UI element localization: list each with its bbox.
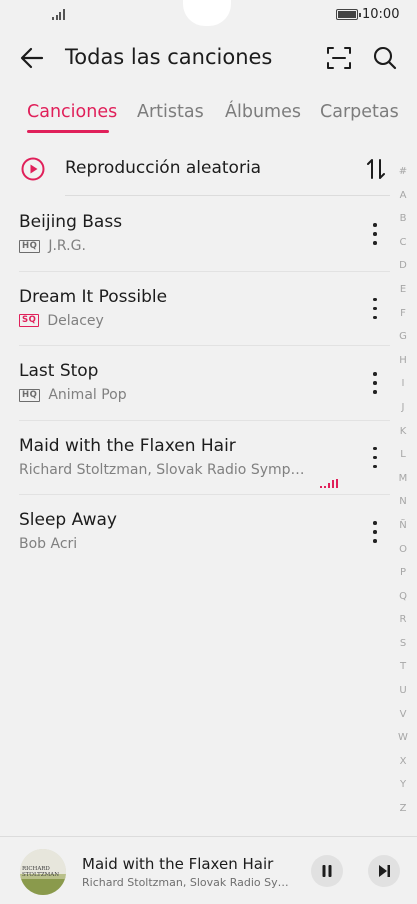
index-letter[interactable]: Z	[393, 797, 413, 821]
more-options-button[interactable]	[364, 221, 386, 247]
index-letter[interactable]: S	[393, 632, 413, 656]
index-letter[interactable]: G	[393, 325, 413, 349]
scan-icon	[327, 47, 351, 69]
now-playing-title: Maid with the Flaxen Hair	[82, 855, 274, 873]
more-options-button[interactable]	[364, 445, 386, 471]
pause-icon	[322, 865, 332, 877]
song-subtitle: Richard Stoltzman, Slovak Radio Symphon…	[19, 462, 311, 478]
index-letter[interactable]: X	[393, 750, 413, 774]
song-subtitle: Bob Acri	[19, 536, 77, 552]
play-circle-icon	[21, 157, 45, 181]
song-row-playing[interactable]: Maid with the Flaxen Hair Richard Stoltz…	[0, 421, 390, 495]
song-title: Sleep Away	[19, 510, 117, 530]
status-bar: 10:00	[0, 0, 417, 32]
now-playing-equalizer-icon	[320, 478, 338, 488]
index-letter[interactable]: V	[393, 703, 413, 727]
index-letter[interactable]: F	[393, 302, 413, 326]
tab-canciones[interactable]: Canciones	[27, 102, 117, 122]
song-artist: Richard Stoltzman, Slovak Radio Symphon…	[19, 461, 311, 478]
song-row[interactable]: Last Stop HQ Animal Pop	[0, 346, 390, 421]
index-letter[interactable]: J	[393, 396, 413, 420]
index-letter[interactable]: A	[393, 184, 413, 208]
tab-bar: Canciones Artistas Álbumes Carpetas	[0, 100, 417, 134]
index-letter[interactable]: Ñ	[393, 514, 413, 538]
tab-albumes[interactable]: Álbumes	[225, 102, 301, 122]
header: Todas las canciones	[0, 36, 417, 80]
index-letter[interactable]: P	[393, 561, 413, 585]
index-letter[interactable]: W	[393, 726, 413, 750]
battery-icon	[336, 9, 361, 20]
shuffle-label: Reproducción aleatoria	[65, 158, 262, 178]
pause-button[interactable]	[311, 855, 343, 887]
index-letter[interactable]: M	[393, 467, 413, 491]
song-row[interactable]: Dream It Possible SQ Delacey	[0, 272, 390, 346]
now-playing-artist: Richard Stoltzman, Slovak Radio Symp…	[82, 876, 292, 889]
song-artist: Animal Pop	[48, 387, 127, 403]
album-cover[interactable]: RICHARD STOLTZMAN	[20, 849, 66, 895]
song-artist: Delacey	[47, 312, 104, 329]
song-title: Maid with the Flaxen Hair	[19, 435, 236, 456]
index-letter[interactable]: R	[393, 608, 413, 632]
status-time: 10:00	[362, 7, 400, 22]
hq-badge: HQ	[19, 388, 41, 402]
sq-badge: SQ	[19, 314, 40, 327]
active-tab-indicator	[27, 130, 109, 133]
tab-carpetas[interactable]: Carpetas	[320, 102, 399, 122]
index-letter[interactable]: H	[393, 349, 413, 373]
song-title: Last Stop	[19, 361, 99, 381]
page-title: Todas las canciones	[65, 45, 273, 69]
song-title: Dream It Possible	[19, 286, 168, 307]
sort-button[interactable]	[363, 156, 389, 182]
index-letter[interactable]: I	[393, 372, 413, 396]
sort-arrows-icon	[367, 159, 385, 179]
index-letter[interactable]: D	[393, 254, 413, 278]
more-options-button[interactable]	[364, 370, 386, 396]
scan-button[interactable]	[325, 44, 353, 72]
hq-badge: HQ	[19, 239, 41, 253]
index-letter[interactable]: B	[393, 207, 413, 231]
index-letter[interactable]: N	[393, 490, 413, 514]
camera-notch	[183, 0, 231, 26]
song-list: Beijing Bass HQ J.R.G. Dream It Possible…	[0, 197, 390, 570]
tab-artistas[interactable]: Artistas	[137, 102, 204, 122]
next-track-button[interactable]	[368, 855, 400, 887]
signal-icon	[52, 8, 65, 20]
alphabet-index-bar[interactable]: # A B C D E F G H I J K L M N Ñ O P Q R S T U V W X Y Z	[393, 160, 413, 821]
song-row[interactable]: Sleep Away Bob Acri	[0, 495, 390, 570]
index-letter[interactable]: Y	[393, 773, 413, 797]
arrow-left-icon	[20, 47, 44, 69]
song-subtitle: SQ Delacey	[19, 313, 104, 329]
song-subtitle: HQ J.R.G.	[19, 238, 86, 254]
back-button[interactable]	[18, 44, 46, 72]
index-letter[interactable]: O	[393, 538, 413, 562]
index-letter[interactable]: C	[393, 231, 413, 255]
index-letter[interactable]: #	[393, 160, 413, 184]
song-artist: J.R.G.	[48, 238, 86, 254]
search-button[interactable]	[371, 44, 399, 72]
more-options-button[interactable]	[364, 519, 386, 545]
index-letter[interactable]: K	[393, 420, 413, 444]
index-letter[interactable]: U	[393, 679, 413, 703]
song-artist: Bob Acri	[19, 536, 78, 552]
album-cover-text: RICHARD STOLTZMAN	[22, 866, 60, 878]
skip-next-icon	[379, 865, 390, 877]
index-letter[interactable]: T	[393, 655, 413, 679]
search-icon	[373, 46, 397, 70]
divider	[65, 195, 390, 196]
shuffle-play-row[interactable]: Reproducción aleatoria	[0, 148, 390, 196]
song-row[interactable]: Beijing Bass HQ J.R.G.	[0, 197, 390, 272]
more-options-button[interactable]	[364, 296, 386, 322]
song-title: Beijing Bass	[19, 212, 123, 232]
song-subtitle: HQ Animal Pop	[19, 387, 127, 403]
index-letter[interactable]: E	[393, 278, 413, 302]
mini-player[interactable]: RICHARD STOLTZMAN Maid with the Flaxen H…	[0, 836, 417, 904]
index-letter[interactable]: L	[393, 443, 413, 467]
index-letter[interactable]: Q	[393, 585, 413, 609]
